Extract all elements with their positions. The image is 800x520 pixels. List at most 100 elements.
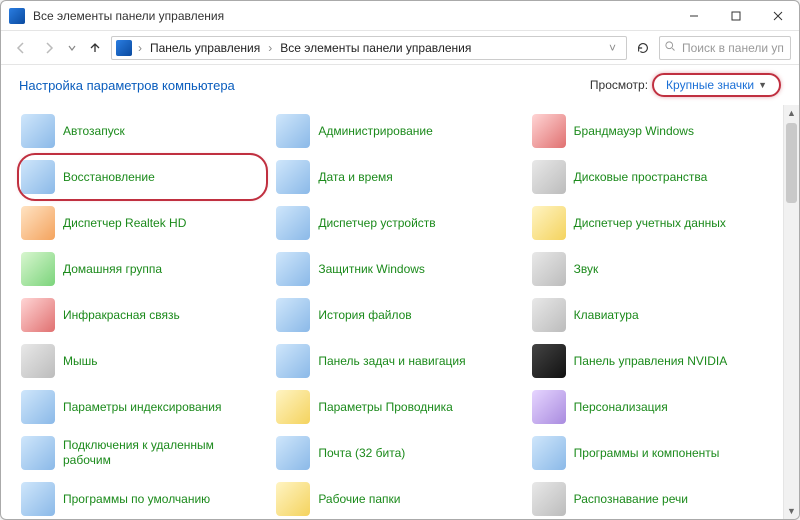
remote-desktop-icon — [21, 436, 55, 470]
window-title: Все элементы панели управления — [33, 9, 673, 23]
control-panel-item[interactable]: Клавиатура — [530, 293, 777, 337]
control-panel-item[interactable]: Рабочие папки — [274, 477, 521, 519]
date-time-icon — [276, 160, 310, 194]
item-label: Персонализация — [574, 400, 668, 415]
control-panel-item[interactable]: Диспетчер Realtek HD — [19, 201, 266, 245]
window-controls — [673, 1, 799, 30]
breadcrumb-item[interactable]: Панель управления — [146, 39, 264, 57]
breadcrumb-item[interactable]: Все элементы панели управления — [276, 39, 475, 57]
item-label: Программы и компоненты — [574, 446, 720, 461]
item-label: Дата и время — [318, 170, 392, 185]
item-label: Программы по умолчанию — [63, 492, 210, 507]
close-button[interactable] — [757, 1, 799, 30]
mouse-icon — [21, 344, 55, 378]
item-label: Подключения к удаленным рабочим — [63, 438, 264, 468]
view-label: Просмотр: — [590, 78, 648, 92]
personalization-icon — [532, 390, 566, 424]
sound-icon — [532, 252, 566, 286]
control-panel-item[interactable]: Параметры индексирования — [19, 385, 266, 429]
item-label: Распознавание речи — [574, 492, 688, 507]
admin-tools-icon — [276, 114, 310, 148]
control-panel-item[interactable]: Дисковые пространства — [530, 155, 777, 199]
scrollbar[interactable]: ▲ ▼ — [783, 105, 799, 519]
forward-button[interactable] — [37, 36, 61, 60]
chevron-down-icon: ▼ — [758, 80, 767, 90]
view-dropdown[interactable]: Крупные значки ▼ — [652, 73, 781, 97]
control-panel-item[interactable]: Инфракрасная связь — [19, 293, 266, 337]
defender-icon — [276, 252, 310, 286]
recent-locations-button[interactable] — [65, 36, 79, 60]
titlebar: Все элементы панели управления — [1, 1, 799, 31]
item-label: Администрирование — [318, 124, 432, 139]
control-panel-item[interactable]: Администрирование — [274, 109, 521, 153]
taskbar-icon — [276, 344, 310, 378]
back-button[interactable] — [9, 36, 33, 60]
item-label: Диспетчер учетных данных — [574, 216, 726, 231]
control-panel-item[interactable]: История файлов — [274, 293, 521, 337]
keyboard-icon — [532, 298, 566, 332]
scroll-down-button[interactable]: ▼ — [784, 503, 799, 519]
infrared-icon — [21, 298, 55, 332]
refresh-button[interactable] — [631, 36, 655, 60]
control-panel-window: Все элементы панели управления — [0, 0, 800, 520]
indexing-icon — [21, 390, 55, 424]
scroll-thumb[interactable] — [786, 123, 797, 203]
breadcrumb-dropdown-icon[interactable]: ˅ — [603, 41, 622, 55]
control-panel-item[interactable]: Персонализация — [530, 385, 777, 429]
minimize-button[interactable] — [673, 1, 715, 30]
control-panel-item[interactable]: Звук — [530, 247, 777, 291]
control-panel-item[interactable]: Панель задач и навигация — [274, 339, 521, 383]
control-panel-item[interactable]: Почта (32 бита) — [274, 431, 521, 475]
firewall-icon — [532, 114, 566, 148]
control-panel-item[interactable]: Дата и время — [274, 155, 521, 199]
scroll-up-button[interactable]: ▲ — [784, 105, 799, 121]
autoplay-icon — [21, 114, 55, 148]
item-label: Домашняя группа — [63, 262, 162, 277]
speech-icon — [532, 482, 566, 516]
up-button[interactable] — [83, 36, 107, 60]
chevron-right-icon: › — [136, 41, 144, 55]
page-title: Настройка параметров компьютера — [19, 78, 235, 93]
item-label: Диспетчер Realtek HD — [63, 216, 186, 231]
control-panel-item[interactable]: Панель управления NVIDIA — [530, 339, 777, 383]
control-panel-item[interactable]: Программы и компоненты — [530, 431, 777, 475]
search-icon — [664, 40, 676, 55]
control-panel-icon — [116, 40, 132, 56]
nvidia-icon — [532, 344, 566, 378]
item-label: Панель управления NVIDIA — [574, 354, 728, 369]
chevron-right-icon: › — [266, 41, 274, 55]
control-panel-item[interactable]: Распознавание речи — [530, 477, 777, 519]
item-label: История файлов — [318, 308, 411, 323]
maximize-button[interactable] — [715, 1, 757, 30]
control-panel-item[interactable]: Защитник Windows — [274, 247, 521, 291]
item-label: Диспетчер устройств — [318, 216, 435, 231]
control-panel-item[interactable]: Подключения к удаленным рабочим — [19, 431, 266, 475]
control-panel-item[interactable]: Программы по умолчанию — [19, 477, 266, 519]
storage-spaces-icon — [532, 160, 566, 194]
control-panel-item[interactable]: Диспетчер учетных данных — [530, 201, 777, 245]
file-history-icon — [276, 298, 310, 332]
navigation-bar: › Панель управления › Все элементы панел… — [1, 31, 799, 65]
item-label: Восстановление — [63, 170, 155, 185]
view-selector: Просмотр: Крупные значки ▼ — [590, 73, 781, 97]
default-programs-icon — [21, 482, 55, 516]
search-box[interactable] — [659, 36, 791, 60]
explorer-options-icon — [276, 390, 310, 424]
control-panel-item[interactable]: Мышь — [19, 339, 266, 383]
item-label: Брандмауэр Windows — [574, 124, 694, 139]
control-panel-item[interactable]: Брандмауэр Windows — [530, 109, 777, 153]
control-panel-item[interactable]: Домашняя группа — [19, 247, 266, 291]
item-label: Мышь — [63, 354, 98, 369]
view-value: Крупные значки — [666, 78, 754, 92]
items-grid-wrap: Автозапуск Администрирование Брандмауэр Wi… — [1, 105, 783, 519]
item-label: Дисковые пространства — [574, 170, 708, 185]
control-panel-item[interactable]: Диспетчер устройств — [274, 201, 521, 245]
item-label: Звук — [574, 262, 599, 277]
control-panel-item[interactable]: Параметры Проводника — [274, 385, 521, 429]
search-input[interactable] — [680, 40, 786, 56]
control-panel-item[interactable]: Автозапуск — [19, 109, 266, 153]
breadcrumb[interactable]: › Панель управления › Все элементы панел… — [111, 36, 627, 60]
recovery-icon — [21, 160, 55, 194]
item-label: Панель задач и навигация — [318, 354, 465, 369]
control-panel-item[interactable]: Восстановление — [19, 155, 266, 199]
